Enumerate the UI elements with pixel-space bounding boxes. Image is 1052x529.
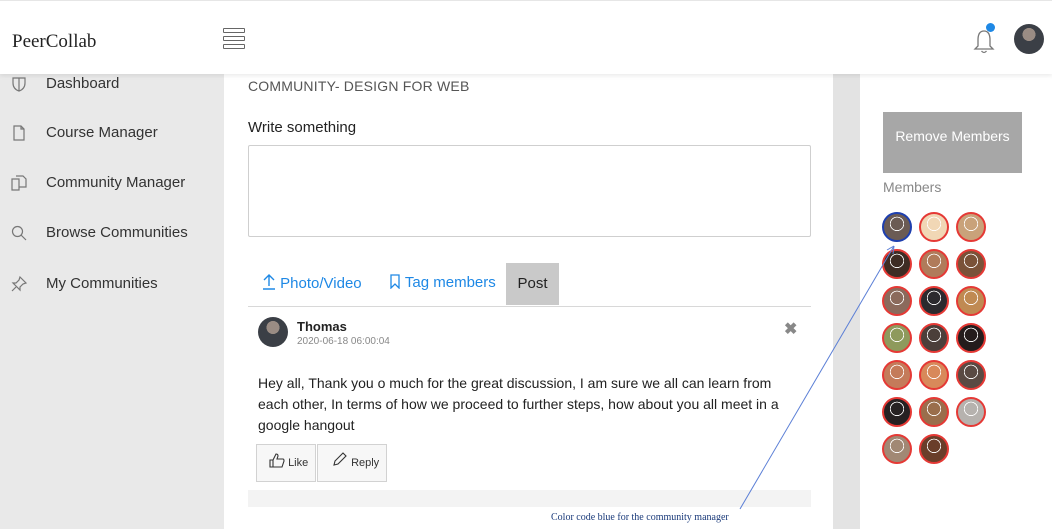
sidebar-item-label: Community Manager	[46, 174, 186, 191]
member-avatar[interactable]	[956, 323, 986, 353]
post-author[interactable]: Thomas	[297, 319, 347, 334]
bell-icon[interactable]	[973, 28, 995, 54]
member-avatar[interactable]	[919, 360, 949, 390]
member-avatar[interactable]	[919, 323, 949, 353]
member-avatar[interactable]	[919, 212, 949, 242]
notification-badge	[986, 23, 995, 32]
member-avatar[interactable]	[882, 434, 912, 464]
post-body: Hey all, Thank you o much for the great …	[258, 375, 779, 433]
sidebar-item-label: Dashboard	[46, 75, 120, 92]
user-avatar[interactable]	[1014, 24, 1044, 54]
search-icon	[11, 225, 27, 241]
annotation-text: Color code blue for the community manage…	[551, 512, 729, 523]
post-button[interactable]: Post	[506, 263, 559, 305]
member-avatar[interactable]	[919, 434, 949, 464]
member-avatar[interactable]	[882, 360, 912, 390]
reply-label: Reply	[351, 457, 380, 469]
sidebar: Dashboard Course Manager Community Manag…	[0, 74, 224, 529]
member-avatar[interactable]	[882, 323, 912, 353]
reply-button[interactable]: Reply	[317, 444, 387, 482]
tag-members-label: Tag members	[404, 274, 496, 291]
post-input[interactable]	[248, 145, 811, 237]
upload-icon	[263, 274, 275, 290]
post-actions: Photo/Video Tag members Post	[248, 263, 811, 307]
menu-icon[interactable]	[223, 28, 245, 50]
member-avatar[interactable]	[882, 397, 912, 427]
photo-video-button[interactable]: Photo/Video	[262, 274, 362, 292]
sidebar-item-dashboard[interactable]: Dashboard	[0, 75, 224, 105]
post-card: Thomas 2020-06-18 06:00:04 ✖ Hey all, Th…	[248, 307, 811, 507]
top-bar: PeerCollab	[0, 0, 1052, 74]
sidebar-item-my-communities[interactable]: My Communities	[0, 275, 224, 305]
page-title: COMMUNITY- DESIGN FOR WEB	[248, 78, 470, 94]
member-avatar[interactable]	[919, 397, 949, 427]
brand-logo[interactable]: PeerCollab	[12, 31, 96, 53]
panel-divider	[833, 74, 860, 529]
member-avatar[interactable]	[956, 212, 986, 242]
post-content: Thomas 2020-06-18 06:00:04 ✖ Hey all, Th…	[248, 307, 811, 490]
members-panel: Remove Members Members	[860, 74, 1052, 529]
write-label: Write something	[248, 119, 357, 136]
like-label: Like	[288, 457, 309, 469]
member-avatar[interactable]	[919, 249, 949, 279]
member-avatar[interactable]	[956, 397, 986, 427]
member-avatar[interactable]	[882, 286, 912, 316]
sidebar-item-course-manager[interactable]: Course Manager	[0, 124, 224, 154]
member-avatar[interactable]	[882, 249, 912, 279]
member-avatar[interactable]	[956, 286, 986, 316]
copy-icon	[11, 175, 27, 191]
members-label: Members	[883, 179, 942, 195]
pencil-icon	[333, 452, 347, 466]
sidebar-item-community-manager[interactable]: Community Manager	[0, 174, 224, 204]
member-avatar[interactable]	[919, 286, 949, 316]
close-icon[interactable]: ✖	[784, 319, 797, 339]
bookmark-icon	[390, 274, 400, 290]
sidebar-item-label: Browse Communities	[46, 224, 188, 241]
main-content: COMMUNITY- DESIGN FOR WEB Write somethin…	[224, 74, 833, 529]
member-avatar[interactable]	[956, 360, 986, 390]
tag-members-button[interactable]: Tag members	[389, 274, 496, 291]
sidebar-item-label: My Communities	[46, 275, 158, 292]
sidebar-item-browse-communities[interactable]: Browse Communities	[0, 224, 224, 254]
sidebar-item-label: Course Manager	[46, 124, 158, 141]
shield-icon	[12, 77, 26, 92]
post-timestamp: 2020-06-18 06:00:04	[297, 336, 390, 347]
avatar[interactable]	[258, 317, 288, 347]
remove-members-button[interactable]: Remove Members	[883, 112, 1022, 173]
photo-video-label: Photo/Video	[280, 275, 362, 292]
member-avatar-manager[interactable]	[882, 212, 912, 242]
like-button[interactable]: Like	[256, 444, 316, 482]
document-icon	[13, 125, 25, 141]
pin-icon	[11, 275, 28, 292]
member-avatar[interactable]	[956, 249, 986, 279]
thumbs-up-icon	[269, 453, 285, 468]
